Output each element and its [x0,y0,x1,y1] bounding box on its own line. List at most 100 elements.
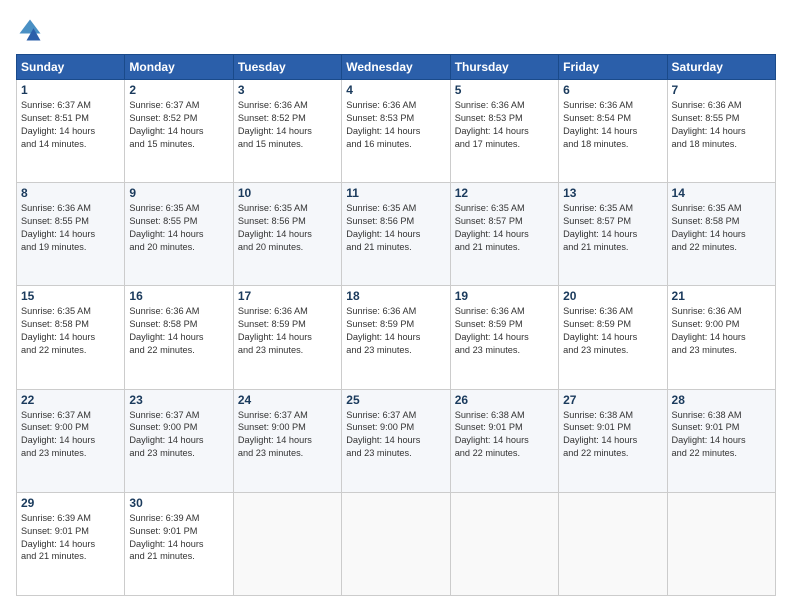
day-cell: 20 Sunrise: 6:36 AM Sunset: 8:59 PM Dayli… [559,286,667,389]
day-cell: 10 Sunrise: 6:35 AM Sunset: 8:56 PM Dayli… [233,183,341,286]
day-cell: 6Sunrise: 6:36 AM Sunset: 8:54 PM Daylig… [559,80,667,183]
day-cell: 30 Sunrise: 6:39 AM Sunset: 9:01 PM Dayli… [125,492,233,595]
day-info: Sunrise: 6:36 AM Sunset: 8:58 PM Dayligh… [129,305,228,357]
day-cell: 7 Sunrise: 6:36 AM Sunset: 8:55 PM Daylig… [667,80,775,183]
week-row-5: 29 Sunrise: 6:39 AM Sunset: 9:01 PM Dayli… [17,492,776,595]
day-cell: 15 Sunrise: 6:35 AM Sunset: 8:58 PM Dayli… [17,286,125,389]
day-cell: 21 Sunrise: 6:36 AM Sunset: 9:00 PM Dayli… [667,286,775,389]
day-number: 2 [129,83,228,97]
day-number: 15 [21,289,120,303]
day-info: Sunrise: 6:35 AM Sunset: 8:58 PM Dayligh… [672,202,771,254]
calendar-table: SundayMondayTuesdayWednesdayThursdayFrid… [16,54,776,596]
day-number: 12 [455,186,554,200]
day-cell [342,492,450,595]
day-cell [450,492,558,595]
day-cell: 9Sunrise: 6:35 AM Sunset: 8:55 PM Daylig… [125,183,233,286]
header [16,16,776,44]
day-info: Sunrise: 6:35 AM Sunset: 8:56 PM Dayligh… [346,202,445,254]
day-cell: 22Sunrise: 6:37 AM Sunset: 9:00 PM Dayli… [17,389,125,492]
day-info: Sunrise: 6:36 AM Sunset: 8:59 PM Dayligh… [238,305,337,357]
logo-icon [16,16,44,44]
day-cell: 13 Sunrise: 6:35 AM Sunset: 8:57 PM Dayli… [559,183,667,286]
day-number: 21 [672,289,771,303]
day-number: 20 [563,289,662,303]
day-number: 24 [238,393,337,407]
day-number: 5 [455,83,554,97]
day-cell [233,492,341,595]
day-number: 28 [672,393,771,407]
weekday-header-row: SundayMondayTuesdayWednesdayThursdayFrid… [17,55,776,80]
day-cell: 28 Sunrise: 6:38 AM Sunset: 9:01 PM Dayli… [667,389,775,492]
day-info: Sunrise: 6:36 AM Sunset: 8:55 PM Dayligh… [672,99,771,151]
week-row-2: 8Sunrise: 6:36 AM Sunset: 8:55 PM Daylig… [17,183,776,286]
day-number: 14 [672,186,771,200]
day-cell: 24 Sunrise: 6:37 AM Sunset: 9:00 PM Dayli… [233,389,341,492]
day-info: Sunrise: 6:36 AM Sunset: 8:59 PM Dayligh… [346,305,445,357]
day-cell: 12 Sunrise: 6:35 AM Sunset: 8:57 PM Dayli… [450,183,558,286]
day-cell: 16 Sunrise: 6:36 AM Sunset: 8:58 PM Dayli… [125,286,233,389]
day-number: 1 [21,83,120,97]
day-info: Sunrise: 6:39 AM Sunset: 9:01 PM Dayligh… [129,512,228,564]
day-cell: 26 Sunrise: 6:38 AM Sunset: 9:01 PM Dayli… [450,389,558,492]
day-cell: 18 Sunrise: 6:36 AM Sunset: 8:59 PM Dayli… [342,286,450,389]
day-number: 18 [346,289,445,303]
day-cell [559,492,667,595]
day-number: 11 [346,186,445,200]
weekday-sunday: Sunday [17,55,125,80]
day-cell: 29 Sunrise: 6:39 AM Sunset: 9:01 PM Dayli… [17,492,125,595]
day-cell: 3 Sunrise: 6:36 AM Sunset: 8:52 PM Daylig… [233,80,341,183]
day-number: 13 [563,186,662,200]
day-number: 26 [455,393,554,407]
weekday-saturday: Saturday [667,55,775,80]
page: SundayMondayTuesdayWednesdayThursdayFrid… [0,0,792,612]
day-cell [667,492,775,595]
day-info: Sunrise: 6:39 AM Sunset: 9:01 PM Dayligh… [21,512,120,564]
day-number: 23 [129,393,228,407]
day-number: 3 [238,83,337,97]
day-info: Sunrise: 6:35 AM Sunset: 8:56 PM Dayligh… [238,202,337,254]
day-number: 19 [455,289,554,303]
day-info: Sunrise: 6:38 AM Sunset: 9:01 PM Dayligh… [563,409,662,461]
day-number: 16 [129,289,228,303]
day-info: Sunrise: 6:36 AM Sunset: 8:53 PM Dayligh… [346,99,445,151]
week-row-3: 15 Sunrise: 6:35 AM Sunset: 8:58 PM Dayli… [17,286,776,389]
logo [16,16,48,44]
day-number: 7 [672,83,771,97]
day-number: 4 [346,83,445,97]
day-cell: 23 Sunrise: 6:37 AM Sunset: 9:00 PM Dayli… [125,389,233,492]
day-info: Sunrise: 6:36 AM Sunset: 8:53 PM Dayligh… [455,99,554,151]
day-info: Sunrise: 6:36 AM Sunset: 8:59 PM Dayligh… [563,305,662,357]
day-cell: 8Sunrise: 6:36 AM Sunset: 8:55 PM Daylig… [17,183,125,286]
day-info: Sunrise: 6:35 AM Sunset: 8:58 PM Dayligh… [21,305,120,357]
day-cell: 2Sunrise: 6:37 AM Sunset: 8:52 PM Daylig… [125,80,233,183]
day-info: Sunrise: 6:37 AM Sunset: 8:51 PM Dayligh… [21,99,120,151]
day-cell: 1 Sunrise: 6:37 AM Sunset: 8:51 PM Daylig… [17,80,125,183]
day-info: Sunrise: 6:35 AM Sunset: 8:55 PM Dayligh… [129,202,228,254]
day-cell: 4 Sunrise: 6:36 AM Sunset: 8:53 PM Daylig… [342,80,450,183]
day-number: 10 [238,186,337,200]
day-info: Sunrise: 6:35 AM Sunset: 8:57 PM Dayligh… [563,202,662,254]
day-info: Sunrise: 6:36 AM Sunset: 8:54 PM Dayligh… [563,99,662,151]
day-info: Sunrise: 6:37 AM Sunset: 9:00 PM Dayligh… [238,409,337,461]
day-cell: 27Sunrise: 6:38 AM Sunset: 9:01 PM Dayli… [559,389,667,492]
week-row-4: 22 Sunrise: 6:37 AM Sunset: 9:00 PM Dayli… [17,389,776,492]
day-info: Sunrise: 6:36 AM Sunset: 8:55 PM Dayligh… [21,202,120,254]
day-info: Sunrise: 6:36 AM Sunset: 8:59 PM Dayligh… [455,305,554,357]
day-info: Sunrise: 6:37 AM Sunset: 9:00 PM Dayligh… [129,409,228,461]
day-number: 25 [346,393,445,407]
day-info: Sunrise: 6:37 AM Sunset: 9:00 PM Dayligh… [346,409,445,461]
day-cell: 19 Sunrise: 6:36 AM Sunset: 8:59 PM Dayli… [450,286,558,389]
day-number: 29 [21,496,120,510]
day-cell: 14 Sunrise: 6:35 AM Sunset: 8:58 PM Dayli… [667,183,775,286]
day-number: 30 [129,496,228,510]
day-info: Sunrise: 6:38 AM Sunset: 9:01 PM Dayligh… [455,409,554,461]
day-info: Sunrise: 6:36 AM Sunset: 9:00 PM Dayligh… [672,305,771,357]
day-info: Sunrise: 6:35 AM Sunset: 8:57 PM Dayligh… [455,202,554,254]
day-cell: 17 Sunrise: 6:36 AM Sunset: 8:59 PM Dayli… [233,286,341,389]
weekday-wednesday: Wednesday [342,55,450,80]
day-info: Sunrise: 6:36 AM Sunset: 8:52 PM Dayligh… [238,99,337,151]
day-number: 17 [238,289,337,303]
day-info: Sunrise: 6:38 AM Sunset: 9:01 PM Dayligh… [672,409,771,461]
day-cell: 11 Sunrise: 6:35 AM Sunset: 8:56 PM Dayli… [342,183,450,286]
day-number: 22 [21,393,120,407]
